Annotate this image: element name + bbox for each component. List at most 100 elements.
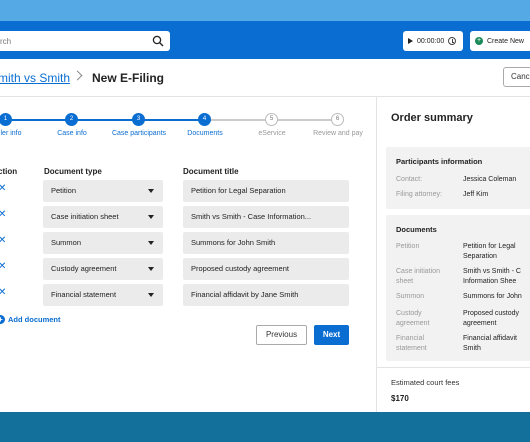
estimated-fees-value: $170: [391, 394, 409, 403]
column-header-document-title: Document title: [183, 167, 239, 176]
document-type-value: Custody agreement: [51, 264, 117, 273]
remove-icon[interactable]: ✕: [0, 235, 6, 246]
document-title-field[interactable]: Petition for Legal Separation: [183, 180, 349, 202]
caret-down-icon: [148, 267, 154, 271]
estimated-fees-label: Estimated court fees: [391, 378, 460, 387]
document-title-field[interactable]: Financial affidavit by Jane Smith: [183, 284, 349, 306]
summary-doc-title: Summons for John: [463, 293, 522, 300]
search-icon[interactable]: [152, 35, 164, 47]
contact-value: Jessica Coleman: [463, 176, 517, 183]
caret-down-icon: [148, 215, 154, 219]
summary-doc-title: Smith vs Smith - C: [463, 268, 521, 275]
summary-doc-title: Proposed custody: [463, 310, 520, 317]
document-type-select[interactable]: Financial statement: [43, 284, 163, 306]
participants-card: Participants information Contact: Jessic…: [386, 147, 530, 209]
summary-doc-title-cont: Information Shee: [463, 278, 517, 285]
step-3-indicator[interactable]: 3: [132, 113, 145, 126]
create-new-button[interactable]: + Create New: [470, 31, 530, 51]
search-input[interactable]: [0, 31, 140, 51]
summary-doc-type: Financial: [396, 335, 425, 342]
step-2-indicator[interactable]: 2: [65, 113, 78, 126]
summary-doc-title-cont: agreement: [463, 320, 497, 327]
document-title-field[interactable]: Smith vs Smith - Case Information...: [183, 206, 349, 228]
caret-down-icon: [148, 293, 154, 297]
summary-doc-type: Case initiation: [396, 268, 440, 275]
step-2-label[interactable]: Case info: [57, 130, 87, 137]
filing-attorney-label: Filing attorney:: [396, 191, 442, 198]
document-type-value: Financial statement: [51, 290, 117, 299]
remove-icon[interactable]: ✕: [0, 209, 6, 220]
document-type-select[interactable]: Case initiation sheet: [43, 206, 163, 228]
caret-down-icon: [148, 189, 154, 193]
document-row: ✕ Custody agreement Proposed custody agr…: [0, 258, 376, 280]
document-title-field[interactable]: Proposed custody agreement: [183, 258, 349, 280]
column-header-action: ction: [0, 167, 18, 176]
step-1-indicator[interactable]: 1: [0, 113, 12, 126]
documents-card: Documents Petition Petition for Legal Se…: [386, 215, 530, 361]
step-5-label: eService: [258, 130, 286, 137]
stepper-progress-line: [6, 119, 204, 121]
document-type-value: Petition: [51, 186, 77, 195]
document-type-select[interactable]: Summon: [43, 232, 163, 254]
step-6-label: Review and pay: [313, 130, 363, 137]
step-4-label[interactable]: Documents: [187, 130, 222, 137]
step-6-indicator: 6: [331, 113, 344, 126]
summary-doc-type: Petition: [396, 243, 420, 250]
plus-icon: +: [475, 37, 483, 45]
documents-heading: Documents: [396, 225, 437, 234]
top-navigation-bar: 00:00:00 + Create New: [0, 21, 530, 59]
order-summary-title: Order summary: [391, 112, 473, 124]
document-row: ✕ Financial statement Financial affidavi…: [0, 284, 376, 306]
step-1-label[interactable]: ler info: [0, 130, 21, 137]
filing-stepper: 1 2 3 4 5 6 ler info Case info Case part…: [0, 112, 376, 142]
remove-icon[interactable]: ✕: [0, 287, 6, 298]
document-type-select[interactable]: Custody agreement: [43, 258, 163, 280]
remove-icon[interactable]: ✕: [0, 261, 6, 272]
cancel-button[interactable]: Cance: [503, 67, 530, 87]
next-button[interactable]: Next: [314, 325, 349, 345]
summary-doc-title-cont: Smith: [463, 345, 481, 352]
document-row: ✕ Case initiation sheet Smith vs Smith -…: [0, 206, 376, 228]
caret-down-icon: [148, 241, 154, 245]
document-row: ✕ Summon Summons for John Smith: [0, 232, 376, 254]
summary-doc-title: Petition for Legal: [463, 243, 516, 250]
summary-doc-type-cont: statement: [396, 345, 427, 352]
play-icon[interactable]: [408, 38, 413, 44]
page-title: New E-Filing: [92, 71, 164, 85]
document-title-field[interactable]: Summons for John Smith: [183, 232, 349, 254]
summary-doc-type-cont: sheet: [396, 278, 414, 285]
previous-button[interactable]: Previous: [256, 325, 307, 345]
add-document-label: Add document: [8, 315, 61, 324]
document-type-value: Case initiation sheet: [51, 212, 119, 221]
clock-icon: [448, 37, 457, 45]
summary-doc-title-cont: Separation: [463, 253, 497, 260]
breadcrumb-case-link[interactable]: mith vs Smith: [0, 71, 70, 85]
add-document-button[interactable]: + Add document: [0, 315, 61, 324]
participants-heading: Participants information: [396, 157, 483, 166]
summary-doc-type-cont: agreement: [396, 320, 430, 327]
filing-attorney-value: Jeff Kim: [463, 191, 489, 198]
document-type-value: Summon: [51, 238, 82, 247]
document-type-select[interactable]: Petition: [43, 180, 163, 202]
plus-circle-icon: +: [0, 315, 5, 324]
summary-doc-type: Summon: [396, 293, 425, 300]
remove-icon[interactable]: ✕: [0, 183, 6, 194]
contact-label: Contact:: [396, 176, 423, 183]
document-row: ✕ Petition Petition for Legal Separation: [0, 180, 376, 202]
create-new-label: Create New: [487, 37, 524, 45]
chevron-right-icon: [72, 70, 83, 81]
search-box[interactable]: [0, 31, 170, 51]
timer-value: 00:00:00: [417, 37, 445, 45]
top-strip: [0, 0, 530, 21]
timer-widget[interactable]: 00:00:00: [403, 31, 463, 51]
bottom-band: [0, 412, 530, 442]
column-header-document-type: Document type: [44, 167, 102, 176]
step-3-label[interactable]: Case participants: [112, 130, 166, 137]
step-5-indicator: 5: [265, 113, 278, 126]
summary-doc-title: Financial affidavit: [463, 335, 517, 342]
step-4-indicator[interactable]: 4: [198, 113, 211, 126]
summary-divider: [377, 367, 530, 368]
page-header: mith vs Smith New E-Filing Cance: [0, 59, 530, 97]
order-summary-panel: Order summary Participants information C…: [376, 97, 530, 412]
summary-doc-type: Custody: [396, 310, 422, 317]
